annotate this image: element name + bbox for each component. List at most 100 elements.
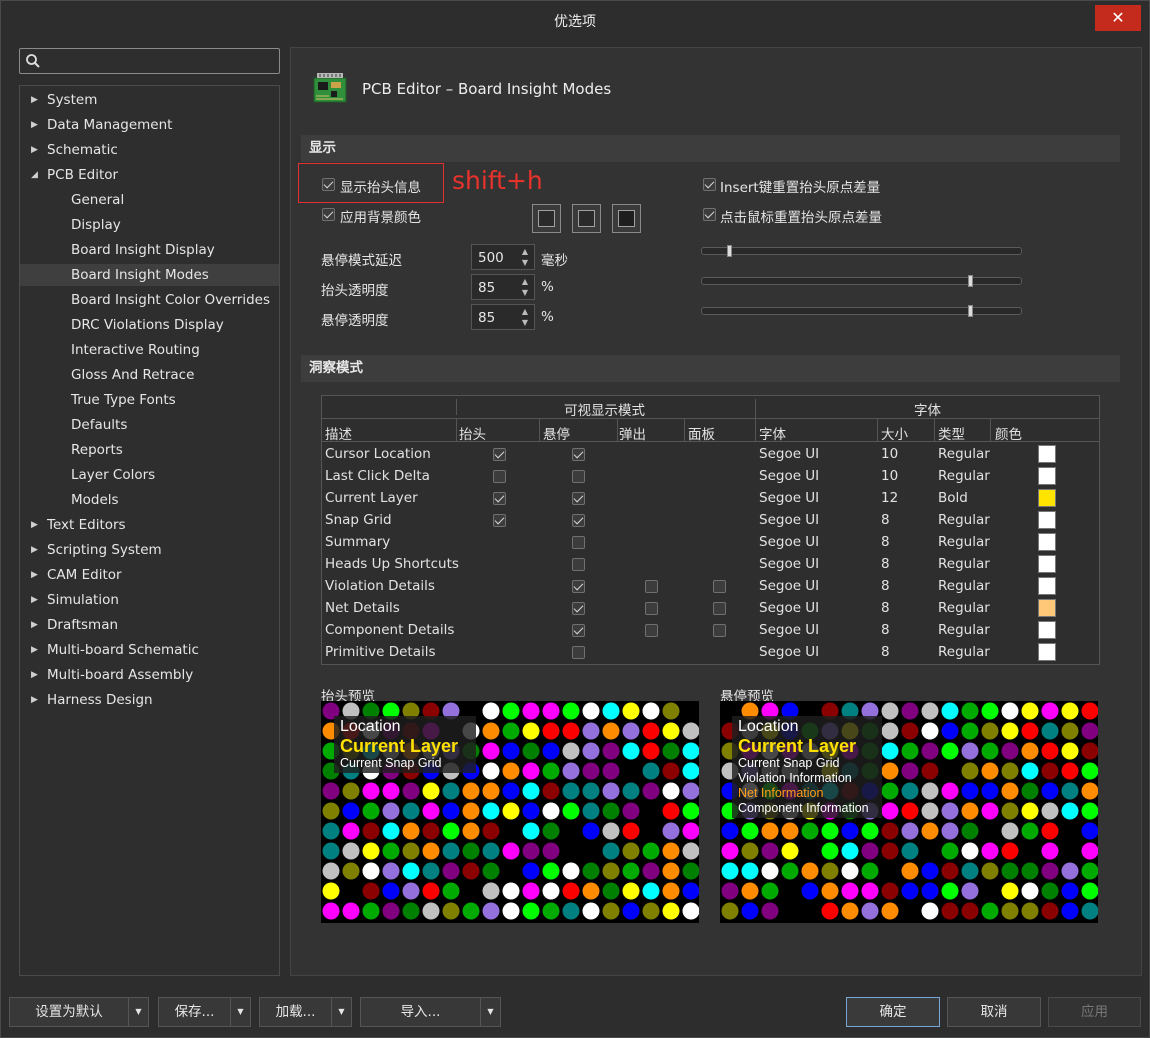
row-type[interactable]: Regular: [938, 534, 990, 550]
row-type[interactable]: Regular: [938, 512, 990, 528]
tree-item[interactable]: Display: [20, 214, 279, 236]
slider-thumb[interactable]: [968, 305, 974, 317]
row-hover-checkbox[interactable]: [572, 580, 585, 593]
tree-item[interactable]: Defaults: [20, 414, 279, 436]
row-type[interactable]: Regular: [938, 600, 990, 616]
row-font[interactable]: Segoe UI: [759, 490, 819, 506]
chevron-right-icon[interactable]: ▶: [31, 514, 38, 536]
tree-item[interactable]: ▶ Multi-board Assembly: [20, 664, 279, 686]
spin-down-icon[interactable]: ▼: [522, 288, 528, 297]
chevron-right-icon[interactable]: ▶: [31, 89, 38, 111]
import-button[interactable]: 导入... ▼: [360, 997, 501, 1027]
row-size[interactable]: 8: [881, 622, 890, 638]
tree-item[interactable]: Board Insight Color Overrides: [20, 289, 279, 311]
row-color-swatch[interactable]: [1038, 445, 1056, 463]
row-popup-checkbox[interactable]: [645, 580, 658, 593]
row-hover-checkbox[interactable]: [572, 448, 585, 461]
tree-item[interactable]: ▶ Multi-board Schematic: [20, 639, 279, 661]
row-color-swatch[interactable]: [1038, 467, 1056, 485]
row-color-swatch[interactable]: [1038, 533, 1056, 551]
tree-item[interactable]: Layer Colors: [20, 464, 279, 486]
row-size[interactable]: 8: [881, 556, 890, 572]
row-headsup-checkbox[interactable]: [493, 448, 506, 461]
row-type[interactable]: Regular: [938, 578, 990, 594]
row-type[interactable]: Regular: [938, 556, 990, 572]
row-headsup-checkbox[interactable]: [493, 470, 506, 483]
hover-opacity-slider[interactable]: [701, 305, 1022, 317]
row-size[interactable]: 12: [881, 490, 898, 506]
bg-color-swatch-3[interactable]: [612, 204, 641, 233]
chevron-down-icon[interactable]: ▼: [331, 998, 351, 1026]
row-size[interactable]: 8: [881, 512, 890, 528]
row-font[interactable]: Segoe UI: [759, 534, 819, 550]
column-header-color[interactable]: 颜色: [995, 423, 1022, 443]
row-size[interactable]: 8: [881, 534, 890, 550]
close-button[interactable]: ✕: [1095, 5, 1141, 31]
row-panel-checkbox[interactable]: [713, 624, 726, 637]
column-header-panel[interactable]: 面板: [688, 423, 715, 443]
tree-item[interactable]: ▶ Simulation: [20, 589, 279, 611]
chevron-right-icon[interactable]: ▶: [31, 139, 38, 161]
row-font[interactable]: Segoe UI: [759, 644, 819, 660]
search-box[interactable]: [19, 48, 280, 74]
row-size[interactable]: 8: [881, 644, 890, 660]
tree-item[interactable]: Models: [20, 489, 279, 511]
slider-thumb[interactable]: [727, 245, 733, 257]
spin-up-icon[interactable]: ▲: [522, 247, 528, 256]
row-font[interactable]: Segoe UI: [759, 556, 819, 572]
click-reset-checkbox[interactable]: [703, 208, 716, 221]
tree-item[interactable]: Board Insight Modes: [20, 264, 279, 286]
row-hover-checkbox[interactable]: [572, 624, 585, 637]
save-button[interactable]: 保存... ▼: [158, 997, 251, 1027]
row-headsup-checkbox[interactable]: [493, 514, 506, 527]
chevron-right-icon[interactable]: ▶: [31, 564, 38, 586]
cancel-button[interactable]: 取消: [947, 997, 1041, 1027]
chevron-right-icon[interactable]: ▶: [31, 664, 38, 686]
hover-opacity-spinner[interactable]: 85 ▲ ▼: [471, 304, 535, 330]
spin-down-icon[interactable]: ▼: [522, 318, 528, 327]
chevron-expanded-icon[interactable]: ◢: [31, 164, 38, 186]
row-panel-checkbox[interactable]: [713, 602, 726, 615]
row-size[interactable]: 8: [881, 578, 890, 594]
row-size[interactable]: 10: [881, 446, 898, 462]
apply-button[interactable]: 应用: [1048, 997, 1141, 1027]
tree-item[interactable]: Reports: [20, 439, 279, 461]
tree-item[interactable]: ▶ Data Management: [20, 114, 279, 136]
row-hover-checkbox[interactable]: [572, 514, 585, 527]
tree-item[interactable]: DRC Violations Display: [20, 314, 279, 336]
column-header-desc[interactable]: 描述: [325, 423, 352, 443]
spin-up-icon[interactable]: ▲: [522, 307, 528, 316]
row-panel-checkbox[interactable]: [713, 580, 726, 593]
load-button[interactable]: 加载... ▼: [259, 997, 352, 1027]
tree-item[interactable]: ▶ Scripting System: [20, 539, 279, 561]
row-hover-checkbox[interactable]: [572, 558, 585, 571]
heads-up-opacity-slider[interactable]: [701, 275, 1022, 287]
row-font[interactable]: Segoe UI: [759, 600, 819, 616]
column-header-headsup[interactable]: 抬头: [459, 423, 486, 443]
hover-delay-slider[interactable]: [701, 245, 1022, 257]
chevron-down-icon[interactable]: ▼: [480, 998, 500, 1026]
row-font[interactable]: Segoe UI: [759, 468, 819, 484]
row-hover-checkbox[interactable]: [572, 602, 585, 615]
row-type[interactable]: Regular: [938, 446, 990, 462]
column-header-type[interactable]: 类型: [938, 423, 965, 443]
tree-item[interactable]: ▶ System: [20, 89, 279, 111]
tree-item[interactable]: Gloss And Retrace: [20, 364, 279, 386]
tree-item[interactable]: ▶ CAM Editor: [20, 564, 279, 586]
row-size[interactable]: 8: [881, 600, 890, 616]
bg-color-swatch-2[interactable]: [572, 204, 601, 233]
insert-reset-checkbox[interactable]: [703, 178, 716, 191]
column-header-font[interactable]: 字体: [759, 423, 786, 443]
chevron-right-icon[interactable]: ▶: [31, 114, 38, 136]
row-color-swatch[interactable]: [1038, 643, 1056, 661]
row-type[interactable]: Regular: [938, 468, 990, 484]
tree-item[interactable]: Board Insight Display: [20, 239, 279, 261]
chevron-right-icon[interactable]: ▶: [31, 614, 38, 636]
row-font[interactable]: Segoe UI: [759, 578, 819, 594]
ok-button[interactable]: 确定: [846, 997, 940, 1027]
row-headsup-checkbox[interactable]: [493, 492, 506, 505]
tree-item[interactable]: ▶ Harness Design: [20, 689, 279, 711]
use-bg-color-checkbox[interactable]: [322, 208, 335, 221]
row-popup-checkbox[interactable]: [645, 624, 658, 637]
tree-item[interactable]: True Type Fonts: [20, 389, 279, 411]
